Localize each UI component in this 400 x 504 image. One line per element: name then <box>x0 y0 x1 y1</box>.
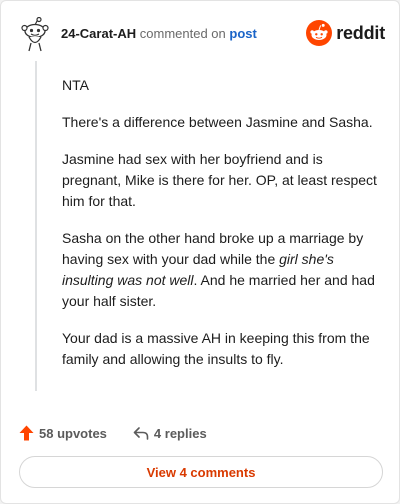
user-avatar[interactable] <box>19 16 51 53</box>
comment-meta: 24-Carat-AH commented on post <box>61 26 257 41</box>
replies-button[interactable]: 4 replies <box>133 426 207 441</box>
paragraph-text: Your dad is a massive AH in keeping this… <box>62 330 370 367</box>
upvote-button[interactable]: 58 upvotes <box>19 425 107 441</box>
paragraph-text: Jasmine had sex with her boyfriend and i… <box>62 151 377 209</box>
paragraph-text: There's a difference between Jasmine and… <box>62 114 373 130</box>
reddit-brand[interactable]: reddit <box>306 19 385 47</box>
comment-card: 24-Carat-AH commented on post reddit NTA… <box>0 0 400 504</box>
thread-line[interactable] <box>35 61 37 391</box>
action-text: commented on <box>139 26 226 41</box>
comment-paragraph: Jasmine had sex with her boyfriend and i… <box>62 149 382 212</box>
comment-paragraph: NTA <box>62 75 382 96</box>
snoo-avatar-icon <box>21 16 49 52</box>
comment-paragraph: There's a difference between Jasmine and… <box>62 112 382 133</box>
view-comments-button[interactable]: View 4 comments <box>19 456 383 488</box>
username-link[interactable]: 24-Carat-AH <box>61 26 136 41</box>
comment-body: NTA There's a difference between Jasmine … <box>62 75 382 386</box>
paragraph-text: NTA <box>62 77 89 93</box>
replies-count: 4 replies <box>153 425 207 441</box>
comment-actions: 58 upvotes 4 replies <box>19 422 207 444</box>
reddit-wordmark: reddit <box>336 22 385 43</box>
comment-paragraph: Sasha on the other hand broke up a marri… <box>62 228 382 312</box>
reply-arrow-icon <box>133 426 149 440</box>
post-link[interactable]: post <box>229 26 256 41</box>
upvote-count: 58 upvotes <box>39 425 107 441</box>
upvote-arrow-icon <box>19 425 34 441</box>
view-comments-label: View 4 comments <box>146 464 256 480</box>
reddit-logo-icon <box>306 20 333 46</box>
comment-paragraph: Your dad is a massive AH in keeping this… <box>62 328 382 370</box>
comment-header: 24-Carat-AH commented on post reddit <box>19 15 385 55</box>
